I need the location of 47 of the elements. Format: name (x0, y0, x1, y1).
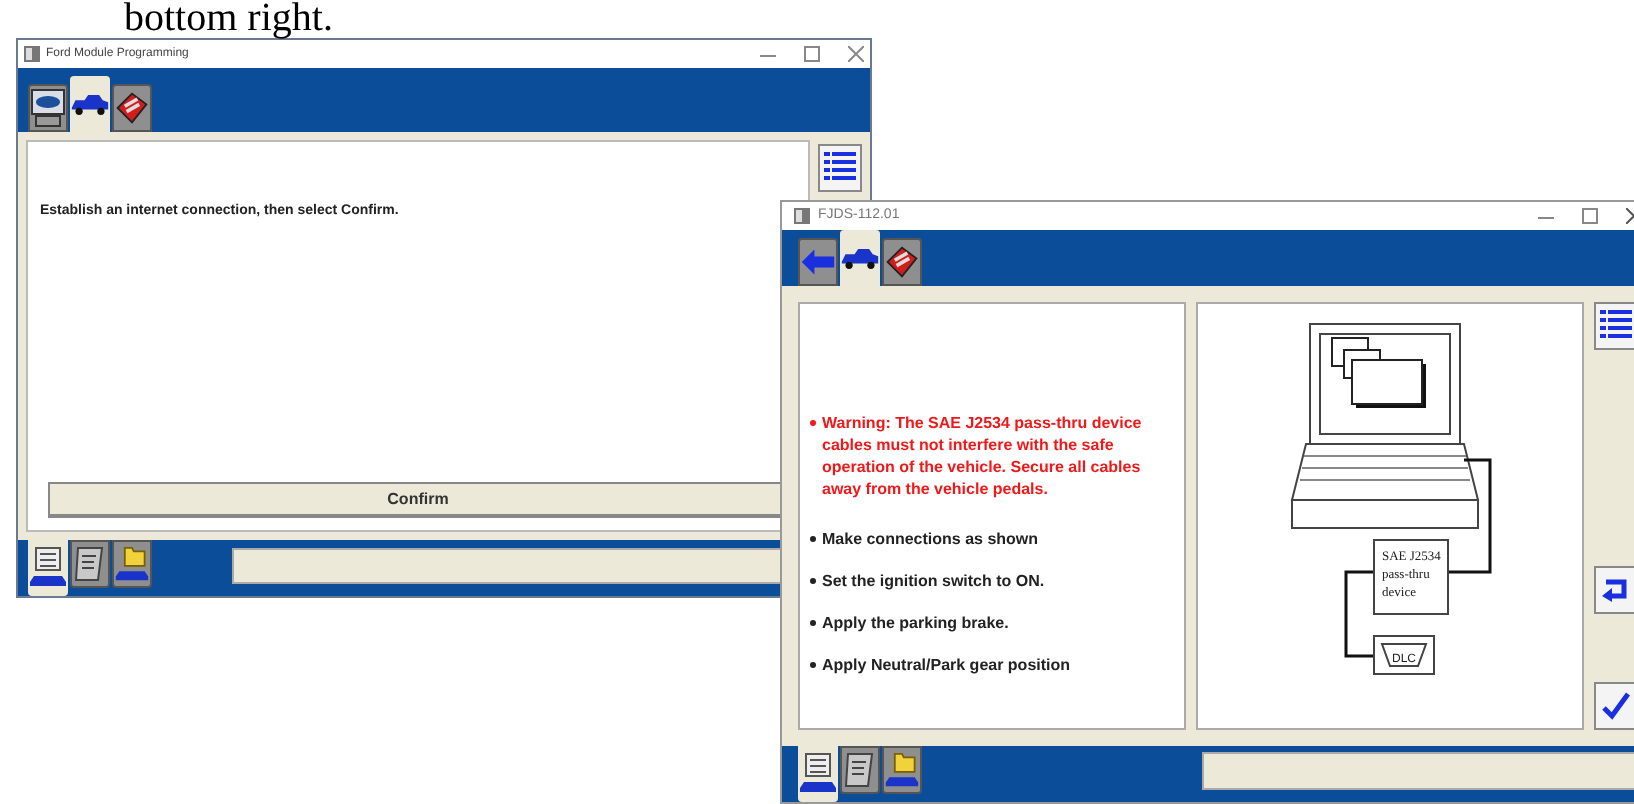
tab[interactable] (882, 238, 922, 286)
check-icon (1602, 692, 1630, 720)
cable (1344, 570, 1374, 658)
car-icon (840, 246, 880, 270)
confirm-check-button[interactable] (1594, 682, 1634, 730)
tab[interactable] (882, 746, 922, 794)
warning-text: Warning: The SAE J2534 pass-thru device cables must not interfere with the safe operation of the vehicle. Secure all cables away from the vehicle pedals. (810, 412, 1178, 500)
bullet-icon (810, 578, 816, 584)
tab[interactable] (112, 84, 152, 132)
monitor-icon (30, 88, 66, 128)
list-icon (824, 150, 856, 186)
car-folder-icon (114, 542, 150, 586)
car-folder-icon (884, 748, 920, 792)
instruction-text: Make connections as shown (810, 528, 1178, 550)
bullet-icon (810, 620, 816, 626)
scroll-icon (72, 544, 108, 584)
instruction-text: Apply Neutral/Park gear position (810, 654, 1178, 676)
list-button[interactable] (818, 144, 862, 192)
bullet-icon (810, 420, 816, 426)
caption: bottom right. (124, 0, 333, 36)
cable (1448, 458, 1492, 574)
tab[interactable] (28, 540, 68, 596)
close-icon[interactable] (848, 46, 864, 62)
return-icon (1602, 578, 1630, 602)
maximize-icon[interactable] (1582, 208, 1598, 224)
list-icon (1600, 308, 1632, 344)
tab[interactable] (112, 540, 152, 588)
car-icon (70, 92, 110, 116)
app-icon (24, 46, 40, 62)
back-arrow-icon (800, 246, 836, 278)
car-report-icon (798, 752, 838, 796)
tab[interactable] (70, 76, 110, 132)
scroll-icon (842, 750, 878, 790)
tab[interactable] (70, 540, 110, 588)
tab[interactable] (28, 84, 68, 132)
bullet-icon (810, 662, 816, 668)
tab[interactable] (840, 230, 880, 286)
list-button[interactable] (1594, 302, 1634, 350)
car-report-icon (28, 546, 68, 590)
return-button[interactable] (1594, 566, 1634, 614)
app-icon (794, 208, 810, 224)
tab[interactable] (798, 746, 838, 802)
maximize-icon[interactable] (804, 46, 820, 62)
bullet-icon (810, 536, 816, 542)
instruction-text: Set the ignition switch to ON. (810, 570, 1178, 592)
tab[interactable] (840, 746, 880, 794)
instruction-text: Apply the parking brake. (810, 612, 1178, 634)
